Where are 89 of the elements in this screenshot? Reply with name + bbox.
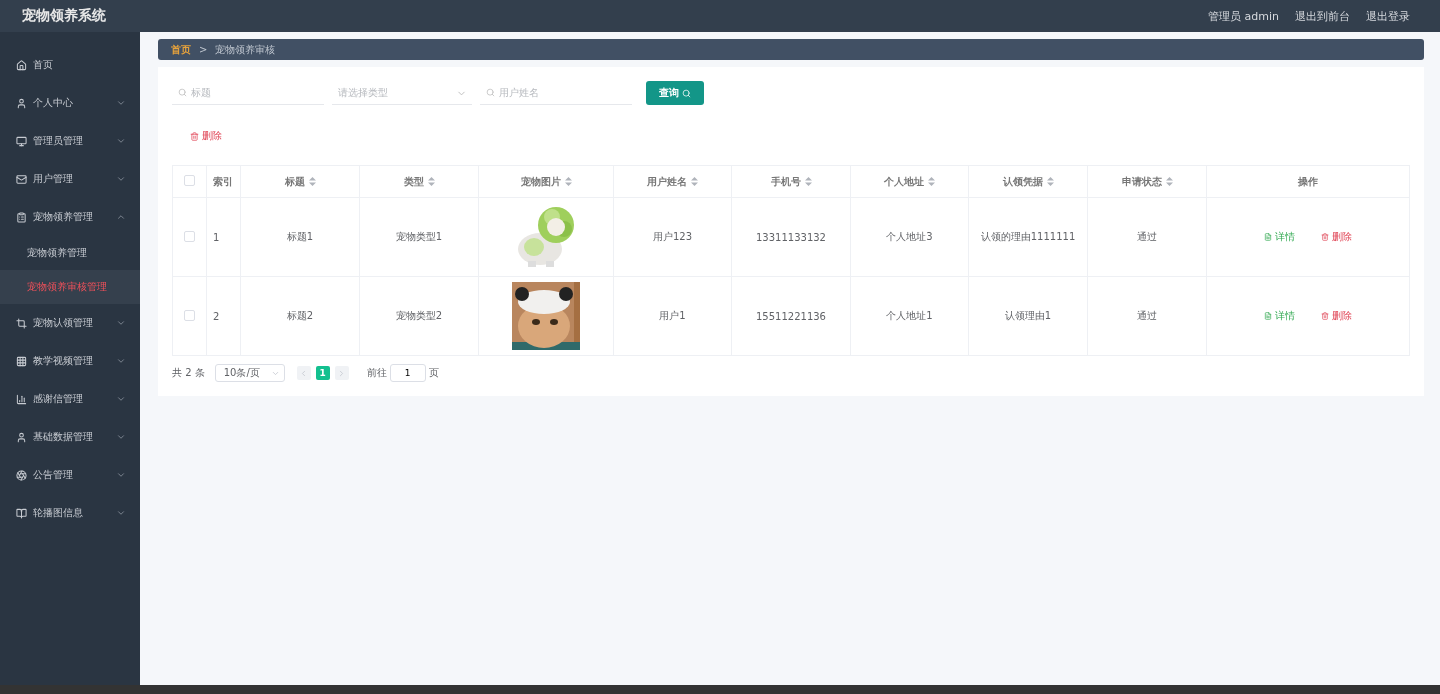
crop-icon [16, 317, 27, 329]
sidebar-item[interactable]: 个人中心 [0, 84, 140, 122]
bar-chart-icon [16, 393, 27, 405]
clipboard-icon [16, 211, 27, 223]
table-cell: 1 [206, 197, 241, 277]
search-field[interactable]: 标题 [172, 81, 324, 105]
column-header: 申请状态 [1087, 165, 1207, 198]
book-icon [16, 507, 27, 519]
column-header: 标题 [240, 165, 360, 198]
page-size-select[interactable]: 10条/页 [214, 364, 285, 382]
header-link[interactable]: 退出登录 [1366, 8, 1410, 24]
checkbox[interactable] [184, 309, 195, 321]
sidebar-item[interactable]: 管理员管理 [0, 122, 140, 160]
table-cell: 宠物类型2 [359, 276, 479, 356]
search-icon [486, 88, 495, 97]
checkbox[interactable] [184, 230, 195, 242]
grid-icon [16, 355, 27, 367]
sidebar-item[interactable]: 感谢信管理 [0, 380, 140, 418]
table-cell: 个人地址1 [850, 276, 969, 356]
search-icon [682, 88, 691, 98]
trash-icon [1321, 233, 1329, 241]
sort-icon[interactable] [427, 177, 435, 186]
sidebar-item[interactable]: 首页 [0, 46, 140, 84]
column-header: 手机号 [731, 165, 851, 198]
sort-icon[interactable] [928, 177, 935, 186]
sidebar-item[interactable]: 公告管理 [0, 456, 140, 494]
home-icon [16, 59, 27, 71]
sidebar-item[interactable]: 教学视频管理 [0, 342, 140, 380]
page-suffix: 页 [428, 366, 439, 380]
trash-icon [190, 131, 199, 141]
monitor-icon [16, 135, 27, 147]
next-page-button[interactable] [334, 366, 349, 380]
sidebar-item[interactable]: 轮播图信息 [0, 494, 140, 532]
column-header: 宠物图片 [478, 165, 614, 198]
column-header: 索引 [206, 165, 241, 198]
sidebar-subitem[interactable]: 宠物领养管理 [0, 236, 140, 270]
sort-icon[interactable] [691, 177, 698, 186]
table-cell: 个人地址3 [850, 197, 969, 277]
column-header: 认领凭据 [968, 165, 1088, 198]
delete-link[interactable]: 删除 [1321, 309, 1352, 323]
app-title: 宠物领养系统 [22, 7, 106, 25]
trash-icon [1321, 312, 1329, 320]
total-count: 共 2 条 [172, 366, 205, 380]
sidebar-item[interactable]: 用户管理 [0, 160, 140, 198]
table-cell: 通过 [1087, 276, 1207, 356]
breadcrumb-link[interactable]: 首页 [171, 42, 191, 57]
table-cell: 通过 [1087, 197, 1207, 277]
breadcrumb-item: 宠物领养审核 [215, 42, 276, 57]
sort-icon[interactable] [308, 177, 316, 186]
table-cell: 15511221136 [731, 276, 851, 356]
header-link[interactable]: 管理员 admin [1208, 8, 1279, 24]
sort-icon[interactable] [804, 177, 812, 186]
sort-icon[interactable] [1046, 177, 1054, 186]
document-icon [1264, 233, 1272, 241]
query-button[interactable]: 查询 [646, 81, 704, 105]
table-cell: 用户123 [613, 197, 732, 277]
person-icon [16, 431, 27, 443]
prev-page-button[interactable] [296, 366, 311, 380]
table-cell: 认领的理由1111111 [968, 197, 1088, 277]
person-icon [16, 97, 27, 109]
column-header: 类型 [359, 165, 479, 198]
delete-link[interactable]: 删除 [1321, 230, 1352, 244]
aperture-icon [16, 469, 27, 481]
sidebar-item[interactable]: 基础数据管理 [0, 418, 140, 456]
goto-label: 前往 [366, 366, 387, 380]
header-link[interactable]: 退出到前台 [1295, 8, 1350, 24]
column-header: 操作 [1206, 165, 1410, 198]
table-cell: 认领理由1 [968, 276, 1088, 356]
search-field[interactable]: 用户姓名 [480, 81, 632, 105]
document-icon [1264, 312, 1272, 320]
sidebar-item[interactable]: 宠物认领管理 [0, 304, 140, 342]
table-cell: 宠物类型1 [359, 197, 479, 277]
table-cell: 13311133132 [731, 197, 851, 277]
table-cell: 标题2 [240, 276, 360, 356]
table-cell: 用户1 [613, 276, 732, 356]
mail-icon [16, 173, 27, 185]
delete-button[interactable]: 删除 [186, 125, 226, 147]
sort-icon[interactable] [564, 177, 572, 186]
page-input[interactable]: 1 [389, 364, 426, 382]
breadcrumb-item: > [199, 44, 208, 55]
table-cell: 2 [206, 276, 241, 356]
type-select[interactable]: 请选择类型 [332, 81, 472, 105]
column-header: 个人地址 [850, 165, 969, 198]
table-cell: 标题1 [240, 197, 360, 277]
search-icon [178, 88, 187, 97]
column-header: 用户姓名 [613, 165, 732, 198]
sidebar-item[interactable]: 宠物领养管理 [0, 198, 140, 236]
sort-icon[interactable] [1165, 177, 1173, 186]
checkbox[interactable] [184, 175, 195, 186]
